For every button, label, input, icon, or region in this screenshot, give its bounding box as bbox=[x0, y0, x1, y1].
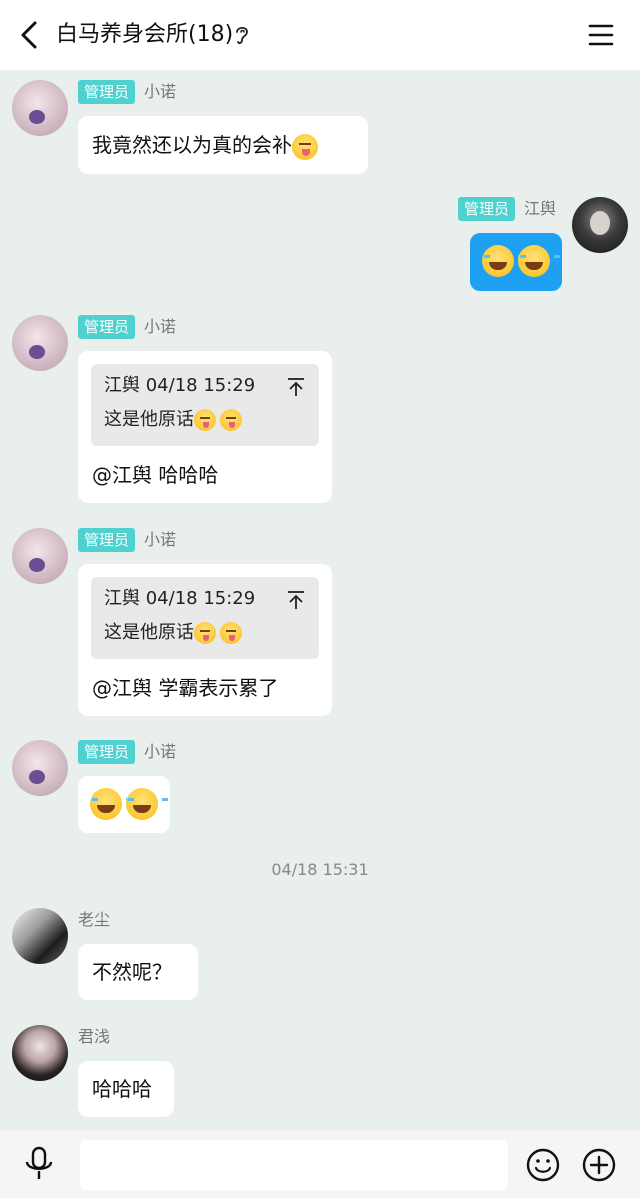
pin-top-icon[interactable] bbox=[287, 376, 305, 398]
emoji-icon bbox=[482, 245, 525, 277]
message-input[interactable] bbox=[80, 1140, 508, 1190]
back-button[interactable] bbox=[14, 18, 44, 52]
avatar[interactable] bbox=[12, 740, 68, 796]
message-bubble[interactable] bbox=[78, 776, 170, 833]
sender-name: 小诺 bbox=[144, 742, 177, 761]
message-text: 我竟然还以为真的会补 bbox=[92, 133, 292, 157]
emoji-icon bbox=[194, 622, 216, 644]
plus-circle-icon[interactable] bbox=[582, 1148, 616, 1182]
admin-badge: 管理员 bbox=[78, 528, 136, 552]
admin-badge: 管理员 bbox=[78, 80, 136, 104]
message-list[interactable]: 管理员 小诺 我竟然还以为真的会补 管理员 江舆 管理员 小诺 江舆 04/18… bbox=[0, 70, 640, 1130]
message-bubble[interactable]: 江舆 04/18 15:29 这是他原话 @江舆 哈哈哈 bbox=[78, 351, 332, 503]
avatar[interactable] bbox=[12, 315, 68, 371]
message-bubble[interactable] bbox=[470, 233, 562, 291]
avatar[interactable] bbox=[12, 80, 68, 136]
menu-button[interactable] bbox=[586, 20, 616, 50]
emoji-icon bbox=[126, 788, 169, 820]
quote-text: 这是他原话 bbox=[104, 409, 194, 430]
emoji-icon bbox=[292, 133, 318, 160]
sender-name: 小诺 bbox=[144, 530, 177, 549]
admin-badge: 管理员 bbox=[458, 197, 516, 221]
composer-bar bbox=[0, 1130, 640, 1198]
top-bar: 白马养身会所(18) bbox=[0, 0, 640, 70]
emoji-icon bbox=[518, 245, 561, 277]
quoted-message[interactable]: 江舆 04/18 15:29 这是他原话 bbox=[91, 577, 319, 659]
quoted-message[interactable]: 江舆 04/18 15:29 这是他原话 bbox=[91, 364, 319, 446]
avatar[interactable] bbox=[12, 528, 68, 584]
emoji-icon bbox=[194, 409, 216, 431]
message-text: 哈哈哈 bbox=[92, 1077, 152, 1101]
sender-name: 小诺 bbox=[144, 317, 177, 336]
sender-name: 君浅 bbox=[78, 1027, 111, 1046]
quote-author: 江舆 bbox=[104, 375, 140, 396]
avatar[interactable] bbox=[572, 197, 628, 253]
message-bubble[interactable]: 不然呢？ bbox=[78, 944, 198, 1000]
chevron-left-icon bbox=[21, 21, 37, 49]
message-bubble[interactable]: 江舆 04/18 15:29 这是他原话 @江舆 学霸表示累了 bbox=[78, 564, 332, 716]
sender-name: 江舆 bbox=[524, 199, 557, 218]
avatar[interactable] bbox=[12, 908, 68, 964]
message-text: @江舆 学霸表示累了 bbox=[92, 676, 279, 700]
microphone-icon[interactable] bbox=[22, 1146, 56, 1182]
quote-time: 04/18 15:29 bbox=[145, 588, 256, 609]
emoji-icon bbox=[220, 622, 242, 644]
message-bubble[interactable]: 我竟然还以为真的会补 bbox=[78, 116, 368, 174]
message-text: 不然呢？ bbox=[92, 960, 172, 984]
quote-time: 04/18 15:29 bbox=[145, 375, 256, 396]
sender-name: 小诺 bbox=[144, 82, 177, 101]
quote-author: 江舆 bbox=[104, 588, 140, 609]
chat-title: 白马养身会所(18) bbox=[56, 22, 234, 47]
smiley-icon[interactable] bbox=[526, 1148, 560, 1182]
time-divider: 04/18 15:31 bbox=[271, 860, 369, 879]
admin-badge: 管理员 bbox=[78, 740, 136, 764]
quote-text: 这是他原话 bbox=[104, 622, 194, 643]
emoji-icon bbox=[220, 409, 242, 431]
avatar[interactable] bbox=[12, 1025, 68, 1081]
pin-top-icon[interactable] bbox=[287, 589, 305, 611]
message-text: @江舆 哈哈哈 bbox=[92, 463, 219, 487]
sender-name: 老尘 bbox=[78, 910, 111, 929]
admin-badge: 管理员 bbox=[78, 315, 136, 339]
ear-icon[interactable] bbox=[233, 24, 251, 46]
message-bubble[interactable]: 哈哈哈 bbox=[78, 1061, 174, 1117]
emoji-icon bbox=[90, 788, 133, 820]
